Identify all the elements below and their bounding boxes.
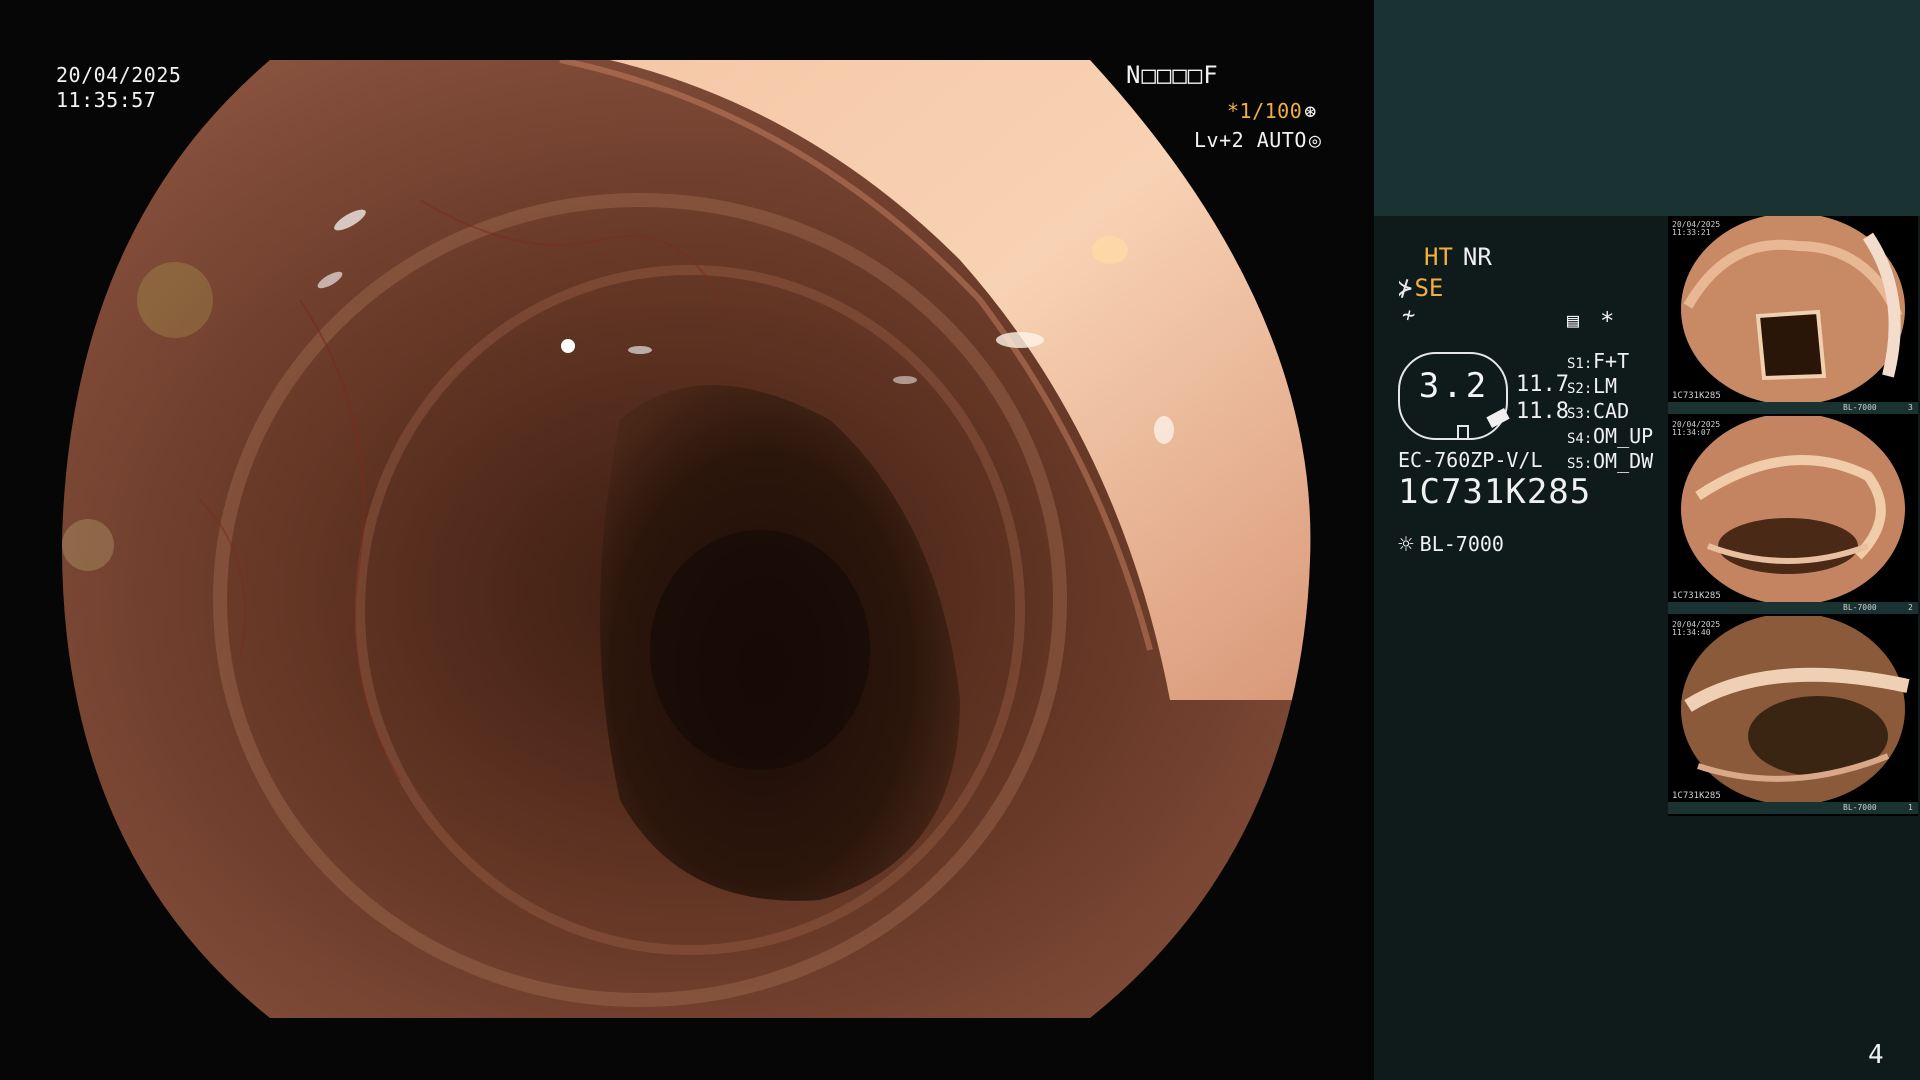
zoom-marker: [1457, 425, 1469, 439]
scope-model: EC-760ZP-V/L: [1398, 448, 1543, 472]
shutter-value: *1/100: [1227, 99, 1303, 123]
mode-row: HT NR: [1424, 243, 1492, 271]
setting-row: S4: OM_UP: [1567, 424, 1654, 448]
thumbnail-bar: [1668, 602, 1918, 614]
thumbnail-index: 1: [1908, 803, 1913, 812]
capture-thumbnail[interactable]: 20/04/2025 11:33:21 1C731K285 BL-7000 3: [1668, 216, 1918, 416]
thumbnail-serial: 1C731K285: [1672, 791, 1721, 801]
setting-row: S5: OM_DW: [1567, 449, 1654, 473]
exam-date: 20/04/2025: [56, 63, 182, 87]
endoscope-view: 20/04/2025 11:35:57 N□□□□F *1/100 ⊛ Lv+2 …: [0, 0, 1372, 1080]
thumbnail-serial: 1C731K285: [1672, 391, 1721, 401]
thumbnail-serial: 1C731K285: [1672, 591, 1721, 601]
light-source-name: BL-7000: [1419, 532, 1504, 556]
lamp-icon: ☼: [1398, 530, 1414, 560]
nr-mode: NR: [1462, 243, 1492, 271]
report-icon: ▤: [1567, 308, 1580, 332]
se-mode: SE: [1414, 274, 1444, 302]
exam-time: 11:35:57: [56, 88, 157, 112]
thumbnail-time: 11:34:40: [1672, 628, 1711, 637]
setting-row: S3: CAD: [1567, 399, 1630, 423]
thumbnail-index: 2: [1908, 603, 1913, 612]
thumbnail-image: [1681, 616, 1910, 802]
brightness-value: Lv+2 AUTO: [1194, 128, 1307, 152]
aperture-icon: ⊛: [1304, 99, 1317, 123]
scope-switch-settings: S1: F+T S2: LM S3: CAD S4: OM_UP S5: OM_DW: [1567, 349, 1653, 474]
zoom-value-1: 11.7: [1516, 372, 1569, 397]
light-source: ☼ BL-7000: [1398, 530, 1504, 559]
thumbnail-light: BL-7000: [1843, 603, 1877, 612]
thumbnail-light: BL-7000: [1843, 803, 1877, 812]
scope-tip-icon: ⊁: [1398, 274, 1413, 302]
brightness-level: Lv+2 AUTO ◎: [1194, 128, 1321, 152]
shutter-speed: *1/100 ⊛: [1227, 99, 1317, 123]
patient-id: N□□□□F: [1126, 61, 1219, 89]
ht-mode: HT: [1424, 243, 1453, 271]
scope-serial: 1C731K285: [1398, 472, 1592, 512]
se-row: ⊁SE: [1398, 274, 1443, 302]
endoscopy-screen: 20/04/2025 11:35:57 N□□□□F *1/100 ⊛ Lv+2 …: [0, 0, 1920, 1080]
endoscope-image: [61, 60, 1311, 1018]
thumbnail-index: 3: [1908, 403, 1913, 412]
capture-thumbnail[interactable]: 20/04/2025 11:34:07 1C731K285 BL-7000 2: [1668, 416, 1918, 616]
thumbnail-time: 11:33:21: [1672, 228, 1711, 237]
thumbnail-time: 11:34:07: [1672, 428, 1711, 437]
page-number: 4: [1868, 1040, 1884, 1070]
thumbnail-bar: [1668, 402, 1918, 414]
star-marker: *: [1600, 307, 1615, 335]
thumbnail-image: [1681, 416, 1905, 602]
setting-row: S2: LM: [1567, 374, 1618, 398]
zoom-value-2: 11.8: [1516, 399, 1569, 424]
filter-icon: ≁: [1402, 303, 1416, 328]
thumbnail-bar: [1668, 802, 1918, 814]
setting-row: S1: F+T: [1567, 349, 1630, 373]
thumbnail-light: BL-7000: [1843, 403, 1877, 412]
capture-thumbnail[interactable]: 20/04/2025 11:34:40 1C731K285 BL-7000 1: [1668, 616, 1918, 816]
iris-icon: ◎: [1308, 128, 1322, 152]
info-panel-header: [1374, 0, 1920, 216]
thumbnail-image: [1681, 216, 1905, 402]
zoom-value: 3.2: [1418, 366, 1490, 406]
